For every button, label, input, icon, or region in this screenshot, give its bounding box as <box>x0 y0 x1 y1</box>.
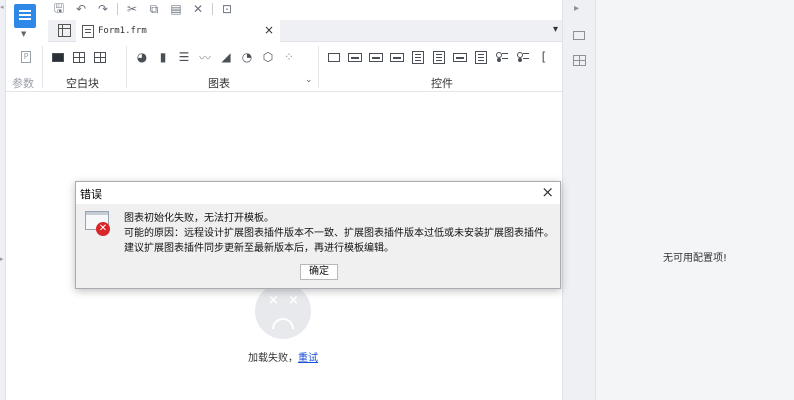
config-pane <box>596 0 794 400</box>
ribbon-divider <box>42 46 43 88</box>
paste-icon[interactable]: ▤ <box>165 0 187 18</box>
tab-menu-icon[interactable]: ▾ <box>553 24 558 35</box>
form-file-icon <box>82 24 94 38</box>
column-chart-icon[interactable]: ▮ <box>153 48 173 66</box>
error-dialog: 错误 × ✕ 图表初始化失败，无法打开模板。 可能的原因：远程设计扩展图表插件版… <box>75 181 561 289</box>
load-failed-sad-face-icon: × × <box>255 283 311 339</box>
combobox-control-icon[interactable] <box>387 48 407 66</box>
ribbon-group-label: 控件 <box>431 77 453 90</box>
radar-chart-icon[interactable]: ⬡ <box>258 48 278 66</box>
ribbon-group-label: 参数 <box>12 77 34 90</box>
ribbon-divider <box>126 46 127 88</box>
chart-more-chevron-icon[interactable]: ⌄ <box>305 75 313 85</box>
document-tab-bar: Form1.frm × ▾ <box>48 20 562 42</box>
scatter-chart-icon[interactable]: ⁘ <box>279 48 299 66</box>
gauge-chart-icon[interactable]: ◔ <box>237 48 257 66</box>
tab-close-icon[interactable]: × <box>264 23 274 37</box>
toolbar-divider <box>212 3 213 15</box>
line-chart-icon[interactable]: 〰 <box>195 48 215 66</box>
radio-group-control-icon[interactable] <box>492 48 512 66</box>
retry-link[interactable]: 重试 <box>298 353 318 364</box>
load-failed-text: 加载失败， <box>248 353 298 364</box>
collapse-right-icon[interactable]: ▸ <box>574 3 579 14</box>
app-logo-icon[interactable] <box>14 4 36 28</box>
calendar-control-icon[interactable] <box>429 48 449 66</box>
number-control-icon[interactable] <box>450 48 470 66</box>
widget-settings-icon[interactable] <box>573 31 585 40</box>
split-block-icon[interactable] <box>69 48 89 66</box>
ok-button[interactable]: 确定 <box>300 264 338 280</box>
blank-block-icon[interactable] <box>48 48 68 66</box>
text-field-control-icon[interactable] <box>345 48 365 66</box>
undo-icon[interactable]: ↶ <box>70 0 92 18</box>
template-list-icon[interactable] <box>58 24 71 37</box>
ribbon-divider <box>318 46 319 88</box>
app-menu-caret-icon[interactable]: ▼ <box>21 30 26 38</box>
table-block-icon[interactable] <box>90 48 110 66</box>
textarea-control-icon[interactable] <box>471 48 491 66</box>
error-icon: ✕ <box>85 211 111 236</box>
no-config-message: 无可用配置项! <box>663 253 728 264</box>
dialog-title: 错误 <box>80 188 102 201</box>
pie-chart-icon[interactable]: ◕ <box>132 48 152 66</box>
dialog-title-bar[interactable]: 错误 × <box>76 182 560 204</box>
ribbon-group-blank-block: 空白块 <box>48 42 124 92</box>
bar-chart-icon[interactable]: ☰ <box>174 48 194 66</box>
parameter-icon[interactable]: P <box>16 48 36 66</box>
dialog-message-line: 建议扩展图表插件同步更新至最新版本后，再进行模板编辑。 <box>124 243 394 254</box>
checkbox-group-control-icon[interactable] <box>513 48 533 66</box>
format-icon[interactable]: ⊡ <box>216 0 238 18</box>
button-control-icon[interactable] <box>366 48 386 66</box>
ribbon-group-charts: ◕ ▮ ☰ 〰 ◢ ◔ ⬡ ⁘ 图表 ⌄ <box>132 42 314 92</box>
copy-icon[interactable]: ⧉ <box>143 0 165 18</box>
collapse-left-icon[interactable]: ◂ <box>0 4 4 11</box>
toolbar-divider <box>117 3 118 15</box>
ribbon-group-label: 空白块 <box>66 77 99 90</box>
ribbon-group-controls: [ 控件 <box>324 42 562 92</box>
cut-icon[interactable]: ✂ <box>121 0 143 18</box>
right-side-toolbar: ▸ <box>562 0 596 400</box>
area-chart-icon[interactable]: ◢ <box>216 48 236 66</box>
tab-filename: Form1.frm <box>98 26 147 36</box>
tab-form1[interactable]: Form1.frm × <box>76 20 280 42</box>
quick-access-toolbar: 🖫 ↶ ↷ ✂ ⧉ ▤ ✕ ⊡ <box>48 0 238 18</box>
ribbon-toolbar: P 参数 空白块 ◕ ▮ ☰ 〰 ◢ ◔ ⬡ ⁘ 图表 ⌄ [控件 <box>6 42 562 92</box>
load-failed-message: 加载失败，重试 <box>248 349 318 364</box>
close-icon[interactable]: × <box>541 183 554 201</box>
layout-settings-icon[interactable] <box>573 55 586 66</box>
ribbon-group-label: 图表 <box>208 77 230 90</box>
label-control-icon[interactable] <box>324 48 344 66</box>
dialog-message-line: 可能的原因：远程设计扩展图表插件版本不一致、扩展图表插件版本过低或未安装扩展图表… <box>124 228 554 239</box>
redo-icon[interactable]: ↷ <box>92 0 114 18</box>
more-controls-icon[interactable]: [ <box>534 48 554 66</box>
date-control-icon[interactable] <box>408 48 428 66</box>
dialog-body: ✕ 图表初始化失败，无法打开模板。 可能的原因：远程设计扩展图表插件版本不一致、… <box>76 204 560 288</box>
expand-left-icon[interactable]: ▸ <box>0 256 4 263</box>
dialog-message-line: 图表初始化失败，无法打开模板。 <box>124 213 274 224</box>
save-icon[interactable]: 🖫 <box>48 0 70 18</box>
delete-icon[interactable]: ✕ <box>187 0 209 18</box>
ribbon-group-params: P 参数 <box>10 42 40 92</box>
